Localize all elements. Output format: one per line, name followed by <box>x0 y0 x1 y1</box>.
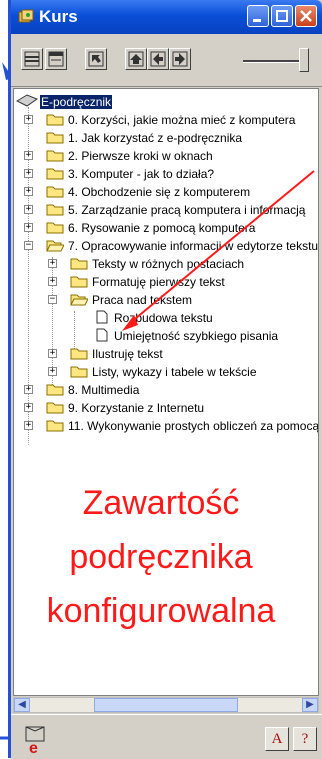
folder-icon <box>46 222 64 234</box>
expand-toggle[interactable]: + <box>48 259 57 268</box>
list-view-icon <box>24 51 40 67</box>
expand-toggle[interactable]: + <box>24 205 33 214</box>
minimize-icon <box>253 19 261 22</box>
back-arrow-icon <box>88 51 104 67</box>
page-icon <box>96 310 108 324</box>
folder-icon <box>70 258 88 270</box>
tree-item-label: 11. Wykonywanie prostych obliczeń za pom… <box>68 419 319 433</box>
tree-item-label: 0. Korzyści, jakie można mieć z komputer… <box>68 113 296 127</box>
overlay-line-3: konfigurowalna <box>46 592 276 630</box>
expand-toggle[interactable]: + <box>24 169 33 178</box>
expand-toggle[interactable]: + <box>24 187 33 196</box>
svg-text:e: e <box>29 740 38 755</box>
tree-item-label: 8. Multimedia <box>68 383 140 397</box>
expand-toggle[interactable]: + <box>48 277 57 286</box>
tree-item-label: Ilustruję tekst <box>92 347 163 361</box>
open-folder-icon <box>46 240 64 252</box>
title-bar[interactable]: Kurs <box>11 0 322 34</box>
expand-toggle[interactable]: + <box>24 151 33 160</box>
scroll-thumb[interactable] <box>94 698 238 712</box>
close-icon <box>300 10 312 22</box>
app-icon <box>18 9 34 23</box>
page-view-button[interactable] <box>45 48 67 70</box>
maximize-button[interactable] <box>271 5 293 27</box>
previous-button[interactable] <box>147 48 169 70</box>
scroll-left-button[interactable]: ◀ <box>14 698 30 712</box>
folder-icon <box>46 384 64 396</box>
tree-root-label: E-podręcznik <box>40 95 113 109</box>
annotation-arrow <box>122 170 315 331</box>
left-arrow-icon <box>150 51 166 67</box>
scroll-right-button[interactable]: ▶ <box>302 698 318 712</box>
folder-icon <box>46 186 64 198</box>
tree-item-label: 9. Korzystanie z Internetu <box>68 401 205 415</box>
window-title: Kurs <box>39 7 78 26</box>
course-window: Kurs E-podręcznik + 0. Korzyści, jakie m… <box>8 0 322 759</box>
folder-icon <box>70 366 88 378</box>
next-button[interactable] <box>169 48 191 70</box>
maximize-icon <box>276 10 288 22</box>
folder-icon <box>46 150 64 162</box>
overlay-line-2: podręcznika <box>69 538 253 576</box>
tree-item-label: 1. Jak korzystać z e-podręcznika <box>68 131 243 145</box>
tree-item-label: Listy, wykazy i tabele w tekście <box>92 365 257 379</box>
folder-icon <box>70 348 88 360</box>
collapse-toggle[interactable]: − <box>24 241 33 250</box>
folder-icon <box>46 204 64 216</box>
expand-toggle[interactable]: + <box>24 223 33 232</box>
up-button[interactable] <box>125 48 147 70</box>
close-button[interactable] <box>295 5 317 27</box>
overlay-line-1: Zawartość <box>82 484 240 522</box>
expand-toggle[interactable]: + <box>48 367 57 376</box>
help-button[interactable]: ? <box>293 727 317 751</box>
tree-item-label: 2. Pierwsze kroki w oknach <box>68 149 213 163</box>
font-button[interactable]: A <box>265 727 289 751</box>
minimize-button[interactable] <box>247 5 269 27</box>
expand-toggle[interactable]: + <box>24 403 33 412</box>
toolbar <box>11 34 322 87</box>
zoom-slider-track[interactable] <box>243 60 305 63</box>
up-arrow-icon <box>128 51 144 67</box>
folder-icon <box>70 276 88 288</box>
expand-toggle[interactable]: + <box>24 385 33 394</box>
folder-icon <box>46 420 64 432</box>
folder-icon <box>46 114 64 126</box>
e-book-icon[interactable]: e <box>23 723 53 755</box>
expand-toggle[interactable]: + <box>24 421 33 430</box>
back-button[interactable] <box>85 48 107 70</box>
folder-icon <box>46 132 64 144</box>
folder-icon <box>46 402 64 414</box>
expand-toggle[interactable]: + <box>48 349 57 358</box>
folder-icon <box>46 168 64 180</box>
list-view-button[interactable] <box>21 48 43 70</box>
horizontal-scrollbar[interactable]: ◀ ▶ <box>13 697 319 713</box>
right-arrow-icon <box>172 51 188 67</box>
open-folder-icon <box>70 294 88 306</box>
page-view-icon <box>48 51 64 67</box>
zoom-slider-handle[interactable] <box>299 48 309 72</box>
book-icon <box>16 94 38 107</box>
page-icon <box>96 328 108 342</box>
collapse-toggle[interactable]: − <box>48 295 57 304</box>
expand-toggle[interactable]: + <box>24 115 33 124</box>
bottom-bar: e A ? <box>11 714 322 759</box>
